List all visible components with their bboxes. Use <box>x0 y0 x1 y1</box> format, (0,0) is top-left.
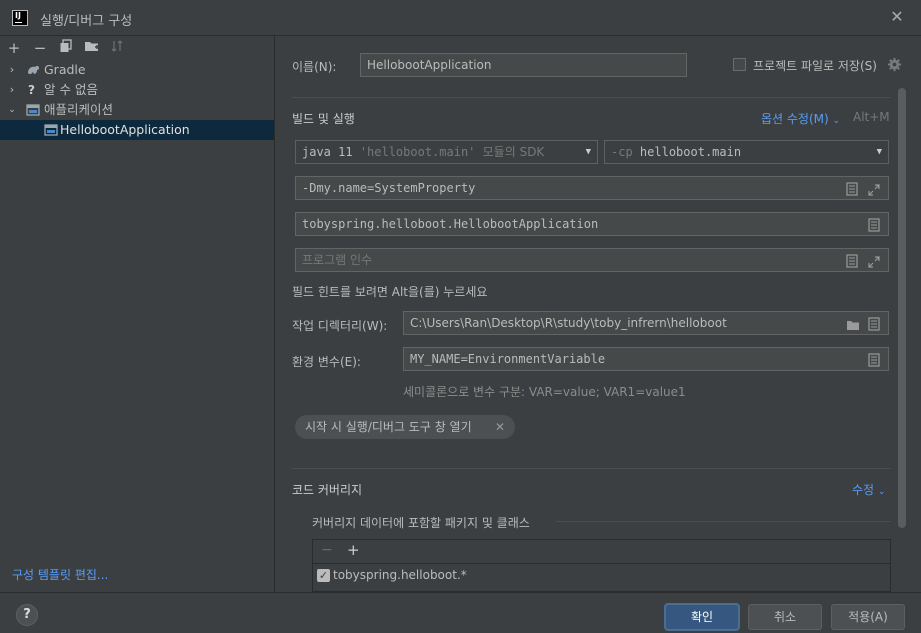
vm-options-value: -Dmy.name=SystemProperty <box>302 181 476 195</box>
package-checkbox[interactable]: ✓ <box>317 569 330 582</box>
store-as-file-label: 프로젝트 파일로 저장(S) <box>753 59 877 73</box>
sdk-module: 'helloboot.main' <box>359 145 476 159</box>
title-bar: IJ 실행/디버그 구성 ✕ <box>0 0 921 36</box>
dialog-button-bar: ? 확인 취소 적용(A) <box>0 592 921 633</box>
tree-item-label: 알 수 없음 <box>44 82 98 97</box>
dropdown-arrow-icon: ▼ <box>585 147 591 157</box>
sort-icon[interactable] <box>109 39 127 57</box>
dropdown-arrow-icon: ▼ <box>876 147 882 157</box>
chevron-down-icon[interactable]: ⌄ <box>6 100 18 120</box>
remove-icon[interactable]: − <box>31 39 49 57</box>
tree-item-label: Gradle <box>44 62 86 77</box>
env-label: 환경 변수(E): <box>292 355 361 369</box>
gradle-icon <box>26 63 40 77</box>
tree-item-helloboot-application[interactable]: HellobootApplication <box>0 120 274 140</box>
tree-item-application[interactable]: ⌄ 애플리케이션 <box>0 100 274 120</box>
env-vars-value: MY_NAME=EnvironmentVariable <box>410 352 606 366</box>
intellij-app-icon: IJ <box>12 10 28 26</box>
window-title: 실행/디버그 구성 <box>40 14 133 29</box>
application-icon <box>44 123 58 137</box>
edit-templates-link[interactable]: 구성 템플릿 편집... <box>12 566 108 583</box>
chip-label: 시작 시 실행/디버그 도구 창 열기 <box>305 420 472 434</box>
tree-item-label: HellobootApplication <box>60 122 190 137</box>
document-icon[interactable] <box>868 316 882 331</box>
env-hint-text: 세미콜론으로 변수 구분: VAR=value; VAR1=value1 <box>403 385 686 399</box>
env-vars-input[interactable]: MY_NAME=EnvironmentVariable <box>403 347 889 371</box>
tree-item-label: 애플리케이션 <box>44 102 114 117</box>
new-folder-icon[interactable] <box>83 39 101 57</box>
chevron-right-icon[interactable]: › <box>6 80 18 100</box>
folder-icon[interactable] <box>846 316 860 330</box>
name-label: 이름(N): <box>292 60 337 74</box>
modify-options-label: 옵션 수정(M) <box>761 112 829 126</box>
workdir-input[interactable]: C:\Users\Ran\Desktop\R\study\toby_infrer… <box>403 311 889 335</box>
add-icon[interactable]: + <box>5 39 23 57</box>
coverage-include-label: 커버리지 데이터에 포함할 패키지 및 클래스 <box>312 516 530 530</box>
classpath-dropdown[interactable]: -cp helloboot.main ▼ <box>604 140 889 164</box>
main-class-input[interactable]: tobyspring.helloboot.HellobootApplicatio… <box>295 212 889 236</box>
tree-item-unknown[interactable]: › ? 알 수 없음 <box>0 80 274 100</box>
sdk-suffix: 모듈의 SDK <box>482 145 545 159</box>
coverage-modify-link[interactable]: 수정 ⌄ <box>852 481 885 498</box>
chevron-down-icon: ⌄ <box>832 116 841 126</box>
cancel-button[interactable]: 취소 <box>748 604 822 630</box>
help-button[interactable]: ? <box>16 604 38 626</box>
package-list-toolbar: − + <box>313 540 890 564</box>
application-icon <box>26 103 40 117</box>
vm-options-input[interactable]: -Dmy.name=SystemProperty <box>295 176 889 200</box>
open-tool-window-chip[interactable]: 시작 시 실행/디버그 도구 창 열기 ✕ <box>295 415 515 439</box>
expand-icon[interactable] <box>868 253 882 268</box>
expand-icon[interactable] <box>868 181 882 196</box>
program-args-input[interactable]: 프로그램 인수 <box>295 248 889 272</box>
scrollbar[interactable] <box>898 88 906 528</box>
remove-icon[interactable]: − <box>321 542 333 558</box>
coverage-package-list: − + ✓ tobyspring.helloboot.* <box>312 539 891 592</box>
main-class-value: tobyspring.helloboot.HellobootApplicatio… <box>302 217 599 231</box>
separator <box>292 97 891 98</box>
coverage-title: 코드 커버리지 <box>292 483 363 497</box>
workdir-value: C:\Users\Ran\Desktop\R\study\toby_infrer… <box>410 316 727 330</box>
apply-button[interactable]: 적용(A) <box>831 604 905 630</box>
separator <box>556 521 891 522</box>
name-input[interactable]: HellobootApplication <box>360 53 687 77</box>
ok-button[interactable]: 확인 <box>665 604 739 630</box>
sdk-dropdown[interactable]: java 11 'helloboot.main' 모듈의 SDK ▼ <box>295 140 598 164</box>
document-icon[interactable] <box>846 181 860 196</box>
chevron-right-icon[interactable]: › <box>6 60 18 80</box>
config-tree-panel: + − › Gradle › ? 알 수 없음 ⌄ 애플리케이션 Hellobo… <box>0 36 275 592</box>
separator <box>292 468 891 469</box>
chevron-down-icon: ⌄ <box>877 487 886 497</box>
store-as-file-checkbox[interactable] <box>733 58 746 71</box>
modify-options-shortcut: Alt+M <box>853 110 890 124</box>
document-icon[interactable] <box>868 217 882 232</box>
package-pattern: tobyspring.helloboot.* <box>333 568 467 582</box>
sdk-prefix: java 11 <box>302 145 353 159</box>
cp-prefix: -cp <box>611 145 633 159</box>
build-run-title: 빌드 및 실행 <box>292 112 355 126</box>
close-icon[interactable]: ✕ <box>889 9 905 25</box>
cp-value: helloboot.main <box>639 145 742 159</box>
copy-icon[interactable] <box>57 39 75 57</box>
add-icon[interactable]: + <box>347 541 360 559</box>
remove-chip-icon[interactable]: ✕ <box>495 415 505 439</box>
document-icon[interactable] <box>868 352 882 367</box>
tree-item-gradle[interactable]: › Gradle <box>0 60 274 80</box>
gear-icon[interactable] <box>887 57 903 73</box>
program-args-placeholder: 프로그램 인수 <box>302 253 373 267</box>
workdir-label: 작업 디렉터리(W): <box>292 319 388 333</box>
field-hint-text: 필드 힌트를 보려면 Alt을(를) 누르세요 <box>292 285 488 299</box>
modify-options-link[interactable]: 옵션 수정(M) ⌄ <box>761 110 840 127</box>
document-icon[interactable] <box>846 253 860 268</box>
coverage-modify-label: 수정 <box>852 483 875 497</box>
question-icon: ? <box>28 83 35 97</box>
